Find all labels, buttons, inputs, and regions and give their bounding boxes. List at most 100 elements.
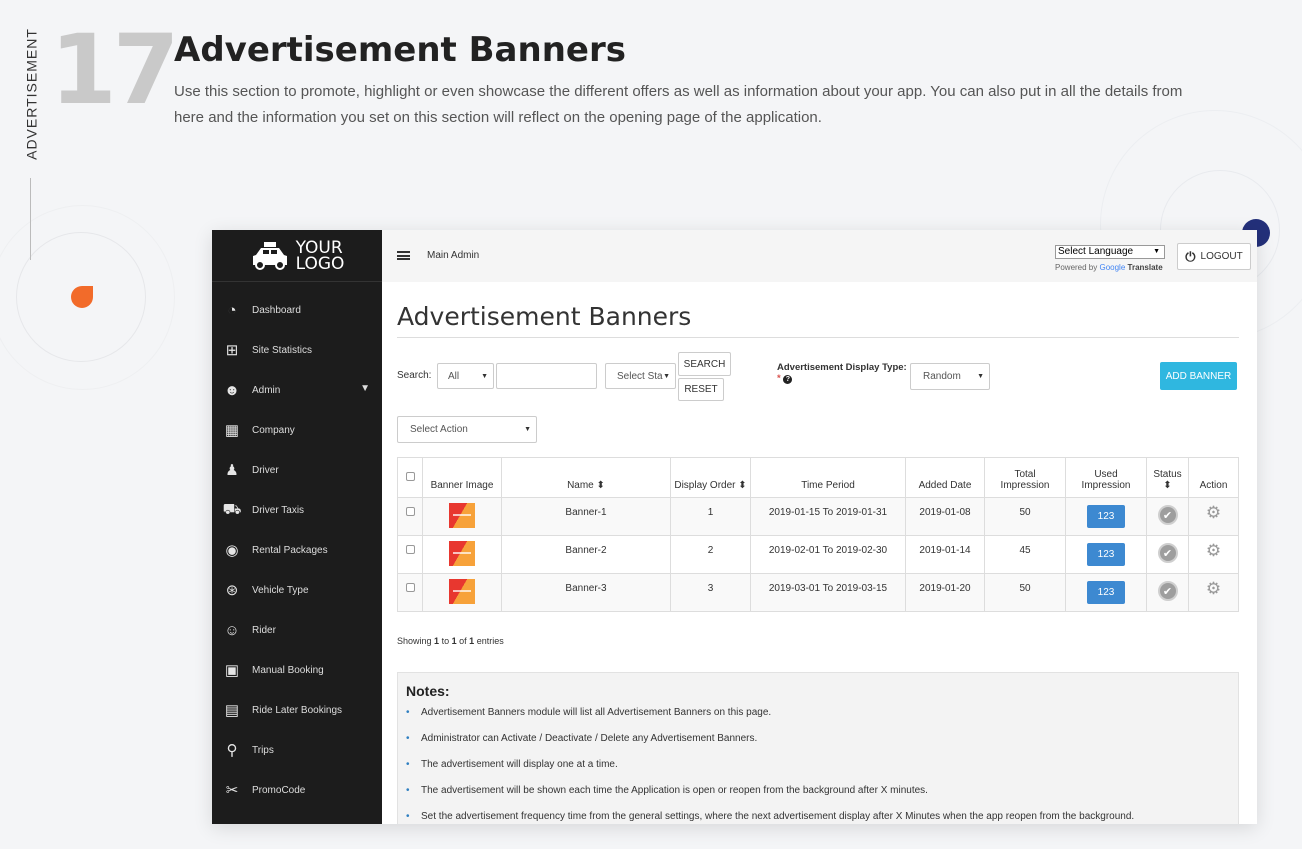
sidebar: YOUR LOGO ◔ Dashboard ⊞ Site Statistics ☻ A… [212,230,382,824]
driver-icon: ♟ [225,462,239,479]
col-time-period: Time Period [750,457,906,498]
display-type-select[interactable]: Random ▼ [910,363,990,390]
note-item: Advertisement Banners module will list a… [406,707,1230,733]
banner-order: 2 [670,535,751,574]
banner-name: Banner-3 [501,573,671,612]
help-icon[interactable]: ? [783,375,793,384]
sidebar-item-dashboard[interactable]: ◔ Dashboard [212,290,382,330]
check-circle-icon[interactable]: ✔ [1157,543,1178,563]
used-impression-button[interactable]: 123 [1087,543,1125,566]
taxi-icon: ⛟ [222,500,242,518]
language-select[interactable]: Select Language ▼ [1055,245,1165,259]
steering-wheel-icon: ⊛ [225,582,239,599]
row-checkbox[interactable] [405,545,415,554]
sidebar-item-admin[interactable]: ☻ Admin ▼ [212,370,382,410]
note-item: The advertisement will be shown each tim… [406,785,1230,811]
banner-total-impression: 50 [984,573,1066,612]
chevron-down-icon: ▼ [481,372,488,380]
side-divider [30,178,31,260]
building-icon: ▦ [224,422,240,439]
sidebar-item-vehicle-type[interactable]: ⊛ Vehicle Type [212,570,382,610]
search-scope-select[interactable]: All ▼ [437,363,494,389]
banner-name: Banner-2 [501,535,671,574]
col-status[interactable]: Status ⬍ [1146,457,1189,498]
sidebar-item-ride-later-bookings[interactable]: ▤ Ride Later Bookings [212,690,382,730]
used-impression-button[interactable]: 123 [1087,581,1125,604]
banner-period: 2019-03-01 To 2019-03-15 [750,573,906,612]
trips-icon: ⚲ [226,742,238,759]
pagination-info: Showing 1 to 1 of 1 entries [397,636,504,646]
page-description: Use this section to promote, highlight o… [174,83,1183,126]
main-content: Advertisement Banners Search: All ▼ Selec… [397,282,1239,824]
chevron-down-icon: ▼ [524,426,531,433]
promocode-icon: ✂ [225,782,239,799]
check-circle-icon[interactable]: ✔ [1157,505,1178,525]
banner-thumbnail [449,579,475,604]
table-row: Banner-2 2 2019-02-01 To 2019-02-30 2019… [397,535,1239,574]
section-number: 17 [50,14,180,126]
logout-button[interactable]: ⏻ LOGOUT [1177,243,1251,270]
power-icon: ⏻ [1185,248,1196,264]
bulk-action-select[interactable]: Select Action ▼ [397,416,537,443]
sidebar-item-driver-taxis[interactable]: ⛟ Driver Taxis [212,490,382,530]
col-display-order[interactable]: Display Order ⬍ [670,457,751,498]
search-input[interactable] [496,363,597,389]
banner-order: 1 [670,497,751,536]
sidebar-item-manual-booking[interactable]: ▣ Manual Booking [212,650,382,690]
col-banner-image: Banner Image [422,457,502,498]
manual-booking-icon: ▣ [224,662,240,679]
gear-icon[interactable]: ⚙ [1206,579,1221,599]
banner-thumbnail [449,503,475,528]
status-select[interactable]: Select Sta ▼ [605,363,676,389]
page-title: Advertisement Banners [174,30,626,70]
table-row: Banner-3 3 2019-03-01 To 2019-03-15 2019… [397,573,1239,612]
sidebar-item-trips[interactable]: ⚲ Trips [212,730,382,770]
sort-icon: ⬍ [596,480,605,491]
chevron-down-icon: ▼ [663,372,670,380]
chevron-down-icon: ▼ [360,383,370,394]
dashboard-icon: ◔ [227,301,237,319]
search-button[interactable]: SEARCH [678,352,731,376]
banner-added-date: 2019-01-14 [905,535,985,574]
user-name: Main Admin [427,250,480,261]
chevron-down-icon: ▼ [977,373,984,380]
used-impression-button[interactable]: 123 [1087,505,1125,528]
reset-button[interactable]: RESET [678,378,724,401]
banner-thumbnail [449,541,475,566]
col-name[interactable]: Name ⬍ [501,457,671,498]
powered-by-google-translate: Powered by Google Translate [1055,263,1163,272]
hamburger-menu-icon[interactable] [397,251,410,260]
orange-drop-icon [71,286,93,308]
sidebar-item-rental-packages[interactable]: ◉ Rental Packages [212,530,382,570]
banner-total-impression: 45 [984,535,1066,574]
banners-table: Banner Image Name ⬍ Display Order ⬍ Time… [397,457,1239,612]
sidebar-item-rider[interactable]: ☺ Rider [212,610,382,650]
search-label: Search: [397,370,432,381]
chevron-down-icon: ▼ [1153,248,1160,255]
sidebar-item-company[interactable]: ▦ Company [212,410,382,450]
gear-icon[interactable]: ⚙ [1206,541,1221,561]
logo[interactable]: YOUR LOGO [212,230,382,282]
col-action: Action [1188,457,1239,498]
sidebar-item-driver[interactable]: ♟ Driver [212,450,382,490]
admin-users-icon: ☻ [224,381,240,399]
table-row: Banner-1 1 2019-01-15 To 2019-01-31 2019… [397,497,1239,536]
logo-line2: LOGO [295,253,345,274]
app-window: YOUR LOGO ◔ Dashboard ⊞ Site Statistics ☻ A… [212,230,1257,824]
sort-icon: ⬍ [738,480,747,491]
check-circle-icon[interactable]: ✔ [1157,581,1178,601]
banner-added-date: 2019-01-20 [905,573,985,612]
sidebar-item-promocode[interactable]: ✂ PromoCode [212,770,382,810]
gear-icon[interactable]: ⚙ [1206,503,1221,523]
dot-circle-icon: ◉ [225,542,239,559]
banner-period: 2019-02-01 To 2019-02-30 [750,535,906,574]
row-checkbox[interactable] [405,583,415,592]
sidebar-item-site-statistics[interactable]: ⊞ Site Statistics [212,330,382,370]
col-added-date: Added Date [905,457,985,498]
taxi-logo-icon [252,241,287,270]
select-all-checkbox[interactable] [405,471,415,481]
section-side-label: ADVERTISEMENT [23,28,40,160]
add-banner-button[interactable]: ADD BANNER [1160,362,1237,390]
notes-panel: Notes: Advertisement Banners module will… [397,672,1239,824]
row-checkbox[interactable] [405,507,415,516]
